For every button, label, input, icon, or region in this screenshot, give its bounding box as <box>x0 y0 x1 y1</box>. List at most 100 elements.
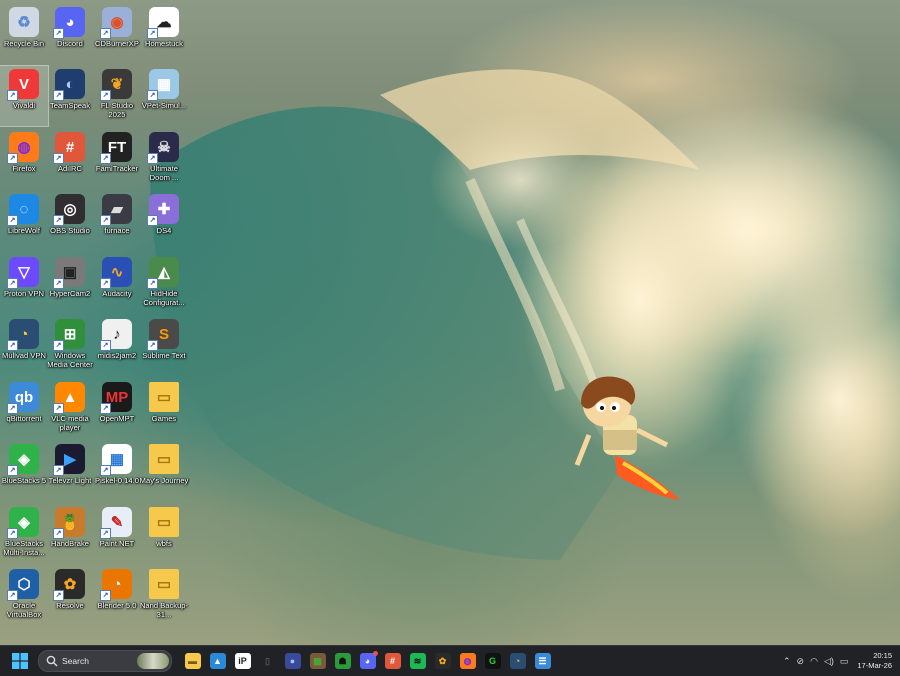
shortcut-arrow-icon: ↗ <box>147 215 158 226</box>
desktop-icon[interactable]: # ↗ AdiIRC <box>46 129 94 189</box>
clock[interactable]: 20:15 17-Mar-26 <box>857 651 892 671</box>
firefox-icon: ◍ <box>459 653 476 669</box>
desktop-icon[interactable]: ▽ ↗ Proton VPN <box>0 254 48 314</box>
vlc-icon: ▲ ↗ <box>53 382 85 414</box>
desktop-icon[interactable]: ⬡ ↗ Oracle VirtualBox <box>0 566 48 626</box>
desktop[interactable]: ♻ Recycle Bin ◕ ↗ Discord ◉ ↗ CDBurnerXP ☁ ↗ Homes… <box>0 0 900 645</box>
desktop-icon[interactable]: ▣ ↗ HyperCam2 <box>46 254 94 314</box>
desktop-icon[interactable]: FT ↗ FamiTracker <box>93 129 141 189</box>
desktop-icon[interactable]: ◕ ↗ Discord <box>46 4 94 64</box>
desktop-icon-label: FL Studio 2025 <box>100 101 134 120</box>
taskbar-app-discord[interactable]: ◕ <box>358 651 378 671</box>
desktop-icon[interactable]: ▭ wbfs <box>140 504 188 564</box>
shortcut-arrow-icon: ↗ <box>53 278 64 289</box>
shortcut-arrow-icon: ↗ <box>53 215 64 226</box>
midis2jam2-icon: ♪ ↗ <box>100 319 132 351</box>
wifi-icon[interactable]: ◠ <box>810 656 818 667</box>
icon-glyph: ▭ <box>156 576 172 593</box>
desktop-icon[interactable]: ▭ Nand Backup-31... <box>140 566 188 626</box>
taskbar-app-notepad[interactable]: ☰ <box>533 651 553 671</box>
taskbar-app-file-explorer[interactable]: ▬ <box>183 651 203 671</box>
mullvad-icon: ◔ <box>509 653 526 669</box>
desktop-icon[interactable]: 🍍 ↗ HandBrake <box>46 504 94 564</box>
desktop-icon[interactable]: ▭ May's Journey <box>140 441 188 501</box>
taskbar-app-ibis-paint[interactable]: iP <box>233 651 253 671</box>
shortcut-arrow-icon: ↗ <box>7 153 18 164</box>
desktop-icon[interactable]: ▭ Games <box>140 379 188 439</box>
icon-glyph: ◍ <box>17 139 31 156</box>
desktop-icon[interactable]: ♪ ↗ midis2jam2 <box>93 316 141 376</box>
hidhide-icon: ◭ ↗ <box>147 257 179 289</box>
adiirc-icon: # ↗ <box>53 132 85 164</box>
taskbar-app-mullvad[interactable]: ◔ <box>508 651 528 671</box>
desktop-icon[interactable]: V ↗ Vivaldi <box>0 65 49 127</box>
desktop-icon[interactable]: ◎ ↗ OBS Studio <box>46 191 94 251</box>
desktop-icon[interactable]: ▦ ↗ Piskel-0.14.0 <box>93 441 141 501</box>
start-button[interactable] <box>10 651 30 671</box>
taskbar-app-marble[interactable]: ● <box>283 651 303 671</box>
desktop-icon-label: HyperCam2 <box>49 289 91 298</box>
desktop-icon[interactable]: ◐ ↗ TeamSpeak <box>46 66 94 126</box>
desktop-icon[interactable]: ⊞ ↗ Windows Media Center <box>46 316 94 376</box>
shortcut-arrow-icon: ↗ <box>53 590 64 601</box>
desktop-icon[interactable]: ◍ ↗ Firefox <box>0 129 48 189</box>
taskbar-search[interactable]: Search <box>38 650 172 672</box>
taskbar-app-minecraft[interactable]: ☗ <box>333 651 353 671</box>
icon-glyph: ✎ <box>110 514 124 531</box>
desktop-icon[interactable]: ▶ ↗ Televzr Light <box>46 441 94 501</box>
volume-icon[interactable]: ◁) <box>824 656 834 667</box>
desktop-icon-label: Paint.NET <box>99 539 135 548</box>
battery-icon[interactable]: ▭ <box>840 656 849 667</box>
shortcut-arrow-icon: ↗ <box>147 153 158 164</box>
icon-glyph: # <box>65 138 75 156</box>
shortcut-arrow-icon: ↗ <box>7 590 18 601</box>
qbittorrent-icon: qb ↗ <box>7 382 39 414</box>
desktop-icon[interactable]: qb ↗ qBittorrent <box>0 379 48 439</box>
desktop-icon-label: Games <box>151 414 177 423</box>
desktop-icon[interactable]: MP ↗ OpenMPT <box>93 379 141 439</box>
icon-glyph: ▦ <box>109 451 125 468</box>
desktop-icon[interactable]: ♻ Recycle Bin <box>0 4 48 64</box>
taskbar-app-photos[interactable]: ▲ <box>208 651 228 671</box>
desktop-icon[interactable]: ∿ ↗ Audacity <box>93 254 141 314</box>
desktop-icon[interactable]: ◈ ↗ BlueStacks Multi-Insta... <box>0 504 48 564</box>
network-off-icon[interactable]: ⊘ <box>797 656 805 667</box>
desktop-icon[interactable]: S ↗ Sublime Text <box>140 316 188 376</box>
desktop-icon[interactable]: ◈ ↗ BlueStacks 5 <box>0 441 48 501</box>
icon-glyph: ♪ <box>113 325 121 343</box>
piskel-icon: ▦ ↗ <box>100 444 132 476</box>
spotify-icon: ≋ <box>409 653 426 669</box>
chevron-up-icon[interactable]: ⌃ <box>783 656 791 667</box>
icon-glyph: ✚ <box>157 201 171 218</box>
desktop-icon[interactable]: ▦ ↗ VPet-Simul... <box>140 66 188 126</box>
desktop-icon[interactable]: ✚ ↗ DS4 <box>140 191 188 251</box>
desktop-icon[interactable]: ☁ ↗ Homestuck <box>140 4 188 64</box>
desktop-icon[interactable]: ✎ ↗ Paint.NET <box>93 504 141 564</box>
bluestacks-icon: ◈ ↗ <box>7 444 39 476</box>
shortcut-arrow-icon: ↗ <box>53 403 64 414</box>
desktop-icon[interactable]: ☠ ↗ Ultimate Doom ... <box>140 129 188 189</box>
shortcut-arrow-icon: ↗ <box>53 340 64 351</box>
desktop-icon[interactable]: ◌ ↗ LibreWolf <box>0 191 48 251</box>
desktop-icon[interactable]: ◔ ↗ Blender 5.0 <box>93 566 141 626</box>
taskbar-app-g-hub[interactable]: G <box>483 651 503 671</box>
shortcut-arrow-icon: ↗ <box>100 528 111 539</box>
virtualbox-icon: ⬡ ↗ <box>7 569 39 601</box>
taskbar-app-resolve[interactable]: ✿ <box>433 651 453 671</box>
desktop-icon[interactable]: ▲ ↗ VLC media player <box>46 379 94 439</box>
shortcut-arrow-icon: ↗ <box>100 465 111 476</box>
shortcut-arrow-icon: ↗ <box>53 528 64 539</box>
desktop-icon[interactable]: ❦ ↗ FL Studio 2025 <box>93 66 141 126</box>
folder-icon: ▭ <box>149 444 179 474</box>
desktop-icon[interactable]: ◉ ↗ CDBurnerXP <box>93 4 141 64</box>
desktop-icon[interactable]: ✿ ↗ Resolve <box>46 566 94 626</box>
taskbar-app-adiirc[interactable]: # <box>383 651 403 671</box>
taskbar-app-minecraft-dungeons[interactable]: ▩ <box>308 651 328 671</box>
taskbar-app-phone[interactable]: ▯ <box>258 651 278 671</box>
taskbar-app-spotify[interactable]: ≋ <box>408 651 428 671</box>
adiirc-icon: # <box>384 653 401 669</box>
desktop-icon[interactable]: ◭ ↗ HidHide Configurat... <box>140 254 188 314</box>
desktop-icon[interactable]: ▰ ↗ furnace <box>93 191 141 251</box>
desktop-icon[interactable]: ◔ ↗ Mullvad VPN <box>0 316 48 376</box>
taskbar-app-firefox[interactable]: ◍ <box>458 651 478 671</box>
